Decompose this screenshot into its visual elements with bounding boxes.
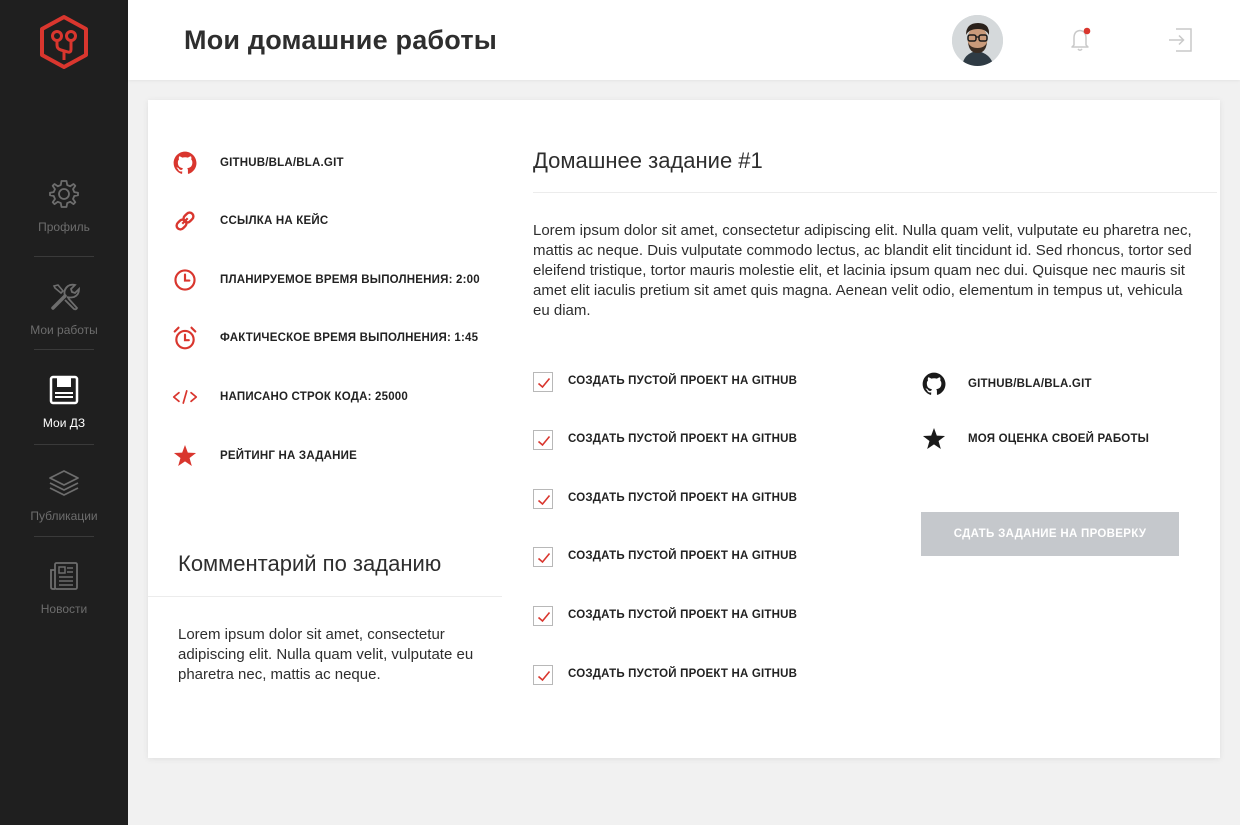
sidebar-item-my-homework[interactable]: Мои ДЗ: [0, 374, 128, 468]
sidebar-item-news[interactable]: Новости: [0, 560, 128, 654]
sidebar-item-my-works[interactable]: Мои работы: [0, 281, 128, 375]
info-actual-time: ФАКТИЧЕСКОЕ ВРЕМЯ ВЫПОЛНЕНИЯ: 1:45: [172, 325, 512, 353]
checkbox[interactable]: [533, 372, 553, 392]
check-icon: [537, 377, 551, 389]
sidebar-item-publications[interactable]: Публикации: [0, 467, 128, 561]
tools-icon: [51, 283, 80, 311]
sidebar-item-label: Профиль: [38, 220, 90, 234]
task-label: СОЗДАТЬ ПУСТОЙ ПРОЕКТ НА GITHUB: [568, 668, 798, 680]
layers-icon: [49, 470, 79, 496]
notification-dot: [1083, 27, 1091, 35]
comment-text: Lorem ipsum dolor sit amet, consectetur …: [178, 626, 474, 683]
info-lines-of-code-text: НАПИСАНО СТРОК КОДА: 25000: [220, 391, 408, 403]
divider: [34, 444, 94, 445]
info-lines-of-code: НАПИСАНО СТРОК КОДА: 25000: [172, 384, 512, 412]
sidebar: Профиль Мои работы Мои ДЗ Публикации Нов…: [0, 0, 128, 825]
divider: [533, 192, 1217, 193]
comment-title: Комментарий по заданию: [178, 551, 442, 576]
page-title: Мои домашние работы: [184, 25, 498, 55]
sidebar-item-profile[interactable]: Профиль: [0, 178, 128, 272]
task-checkbox-item[interactable]: СОЗДАТЬ ПУСТОЙ ПРОЕКТ НА GITHUB: [533, 372, 893, 394]
bell-icon[interactable]: [1066, 24, 1096, 54]
sidebar-item-label: Публикации: [30, 509, 98, 523]
newspaper-icon: [50, 562, 78, 590]
info-case-link-text: ССЫЛКА НА КЕЙС: [220, 215, 329, 227]
divider: [34, 536, 94, 537]
side-github-link[interactable]: GITHUB/BLA/BLA.GIT: [921, 371, 1221, 399]
logout-icon[interactable]: [1166, 26, 1194, 54]
homework-card: GITHUB/BLA/BLA.GIT ССЫЛКА НА КЕЙС ПЛАНИР…: [148, 100, 1220, 758]
task-checkbox-item[interactable]: СОЗДАТЬ ПУСТОЙ ПРОЕКТ НА GITHUB: [533, 665, 893, 687]
task-checkbox-item[interactable]: СОЗДАТЬ ПУСТОЙ ПРОЕКТ НА GITHUB: [533, 430, 893, 452]
star-icon: [173, 444, 197, 466]
checkbox[interactable]: [533, 430, 553, 450]
sidebar-item-label: Мои работы: [30, 323, 98, 337]
info-github-text: GITHUB/BLA/BLA.GIT: [220, 157, 344, 169]
side-github-text: GITHUB/BLA/BLA.GIT: [968, 378, 1092, 390]
checkbox[interactable]: [533, 489, 553, 509]
check-icon: [537, 611, 551, 623]
task-checkbox-item[interactable]: СОЗДАТЬ ПУСТОЙ ПРОЕКТ НА GITHUB: [533, 606, 893, 628]
submit-homework-button[interactable]: СДАТЬ ЗАДАНИЕ НА ПРОВЕРКУ: [921, 512, 1179, 556]
clock-icon: [174, 269, 196, 291]
info-rating[interactable]: РЕЙТИНГ НА ЗАДАНИЕ: [172, 443, 512, 471]
info-planned-time-text: ПЛАНИРУЕМОЕ ВРЕМЯ ВЫПОЛНЕНИЯ: 2:00: [220, 274, 480, 286]
info-planned-time: ПЛАНИРУЕМОЕ ВРЕМЯ ВЫПОЛНЕНИЯ: 2:00: [172, 267, 512, 295]
sidebar-item-label: Новости: [40, 602, 88, 616]
header: Мои домашние работы: [128, 0, 1240, 80]
github-icon: [173, 151, 197, 174]
info-rating-text: РЕЙТИНГ НА ЗАДАНИЕ: [220, 450, 357, 462]
side-self-rating[interactable]: МОЯ ОЦЕНКА СВОЕЙ РАБОТЫ: [921, 426, 1221, 454]
side-self-rating-text: МОЯ ОЦЕНКА СВОЕЙ РАБОТЫ: [968, 433, 1150, 445]
avatar[interactable]: [952, 15, 1003, 66]
task-label: СОЗДАТЬ ПУСТОЙ ПРОЕКТ НА GITHUB: [568, 609, 798, 621]
task-label: СОЗДАТЬ ПУСТОЙ ПРОЕКТ НА GITHUB: [568, 492, 798, 504]
check-icon: [537, 670, 551, 682]
alarm-clock-icon: [173, 326, 197, 350]
link-icon: [175, 211, 195, 231]
checkbox[interactable]: [533, 606, 553, 626]
logo-icon[interactable]: [38, 14, 90, 70]
task-label: СОЗДАТЬ ПУСТОЙ ПРОЕКТ НА GITHUB: [568, 433, 798, 445]
gear-icon: [49, 180, 79, 208]
github-icon: [922, 372, 946, 395]
checkbox[interactable]: [533, 665, 553, 685]
star-icon: [922, 427, 946, 449]
task-label: СОЗДАТЬ ПУСТОЙ ПРОЕКТ НА GITHUB: [568, 550, 798, 562]
code-icon: [172, 390, 198, 404]
divider: [34, 256, 94, 257]
info-github[interactable]: GITHUB/BLA/BLA.GIT: [172, 150, 512, 178]
floppy-disk-icon: [49, 375, 79, 405]
checkbox[interactable]: [533, 547, 553, 567]
info-actual-time-text: ФАКТИЧЕСКОЕ ВРЕМЯ ВЫПОЛНЕНИЯ: 1:45: [220, 332, 479, 344]
check-icon: [537, 435, 551, 447]
info-case-link[interactable]: ССЫЛКА НА КЕЙС: [172, 208, 512, 236]
task-checkbox-item[interactable]: СОЗДАТЬ ПУСТОЙ ПРОЕКТ НА GITHUB: [533, 547, 893, 569]
homework-description: Lorem ipsum dolor sit amet, consectetur …: [533, 222, 1192, 319]
divider: [148, 596, 502, 597]
divider: [34, 349, 94, 350]
sidebar-item-label: Мои ДЗ: [42, 416, 86, 430]
task-checkbox-item[interactable]: СОЗДАТЬ ПУСТОЙ ПРОЕКТ НА GITHUB: [533, 489, 893, 511]
task-label: СОЗДАТЬ ПУСТОЙ ПРОЕКТ НА GITHUB: [568, 375, 798, 387]
check-icon: [537, 494, 551, 506]
homework-title: Домашнее задание #1: [533, 148, 763, 173]
check-icon: [537, 552, 551, 564]
